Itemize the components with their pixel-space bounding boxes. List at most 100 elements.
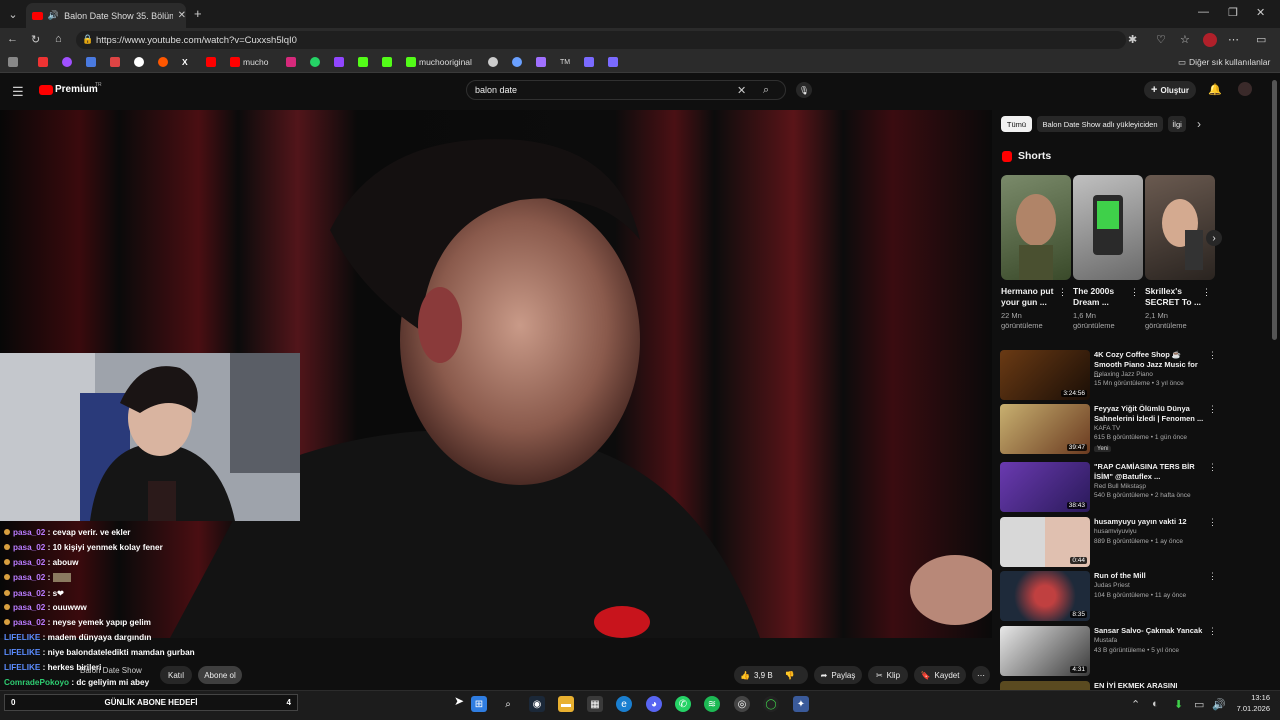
video-thumbnail[interactable]: 39:47	[1000, 404, 1090, 454]
channel-name[interactable]: Balon Date Show	[80, 666, 142, 675]
recommended-video[interactable]: 0:44 husamyuyu yayın vakti 12 husamviyuv…	[1000, 517, 1217, 569]
recommended-video[interactable]: 8:35 Run of the Mill Judas Priest 104 B …	[1000, 571, 1217, 623]
voice-search-mic-icon[interactable]: 🎙	[796, 82, 812, 98]
bookmark-icon[interactable]	[8, 56, 18, 68]
hamburger-menu-icon[interactable]: ☰	[12, 84, 24, 100]
chat-username[interactable]: pasa_02	[13, 589, 45, 598]
short-title[interactable]: The 2000s Dream ...	[1073, 286, 1133, 308]
chat-username[interactable]: pasa_02	[13, 618, 45, 627]
app-icon[interactable]: ◯	[763, 696, 779, 712]
recommended-video[interactable]: 39:47 Feyyaz Yiğit Ölümlü Dünya Sahneler…	[1000, 404, 1217, 456]
subscribe-button[interactable]: Abone ol	[198, 666, 242, 684]
chat-username[interactable]: pasa_02	[13, 573, 45, 582]
recommended-video[interactable]: EN İYİ EKMEK ARASINI	[1000, 681, 1215, 690]
obs-icon[interactable]: ◎	[734, 696, 750, 712]
clip-button[interactable]: ✂ Klip	[868, 666, 908, 684]
video-thumbnail[interactable]: 38:43	[1000, 462, 1090, 512]
video-thumbnail[interactable]: 0:44	[1000, 517, 1090, 567]
join-button[interactable]: Katıl	[160, 666, 192, 684]
page-scrollbar[interactable]	[1272, 80, 1277, 340]
close-window-icon[interactable]: ✕	[1256, 6, 1265, 19]
extensions-icon[interactable]: ✱	[1128, 33, 1137, 46]
network-icon[interactable]: ▭	[1194, 698, 1204, 711]
bookmark-muchooriginal[interactable]: muchooriginal	[406, 56, 472, 68]
bookmark-icon[interactable]	[584, 56, 594, 68]
shorts-next-icon[interactable]: ›	[1206, 230, 1222, 246]
short-title[interactable]: Hermano put your gun ...	[1001, 286, 1061, 308]
bookmark-mucho[interactable]: mucho	[230, 56, 269, 68]
speaker-icon[interactable]: 🔊	[48, 10, 59, 21]
profile-avatar-icon[interactable]	[1203, 33, 1217, 47]
search-icon[interactable]: ⌕	[763, 84, 769, 97]
video-menu-icon[interactable]: ⋮	[1208, 350, 1217, 361]
video-thumbnail[interactable]: 4:31	[1000, 626, 1090, 676]
video-title[interactable]: husamyuyu yayın vakti 12	[1094, 517, 1204, 527]
channel-name[interactable]: Judas Priest	[1094, 582, 1130, 589]
create-button[interactable]: + Oluştur	[1144, 81, 1196, 99]
chip-all[interactable]: Tümü	[1001, 116, 1032, 132]
spotify-icon[interactable]: ≋	[704, 696, 720, 712]
channel-name[interactable]: husamviyuviyu	[1094, 528, 1137, 535]
tab-list-icon[interactable]: ⌄	[6, 7, 20, 21]
back-icon[interactable]: ←	[7, 33, 18, 45]
volume-icon[interactable]: 🔊	[1212, 698, 1226, 711]
tray-icon[interactable]: ⬇	[1174, 698, 1183, 711]
bookmark-icon[interactable]	[536, 56, 546, 68]
recommended-video[interactable]: 4:31 Sansar Salvo- Çakmak Yancak Mustafa…	[1000, 626, 1217, 678]
notifications-bell-icon[interactable]: 🔔	[1208, 83, 1222, 96]
youtube-icon[interactable]	[206, 56, 216, 68]
chip-from-uploader[interactable]: Balon Date Show adlı yükleyiciden	[1037, 116, 1163, 132]
file-explorer-icon[interactable]: ▬	[558, 696, 574, 712]
like-icon[interactable]: 👍	[740, 671, 750, 680]
app-icon[interactable]: ✦	[793, 696, 809, 712]
chevron-right-icon[interactable]: ›	[1197, 117, 1201, 131]
bookmark-icon[interactable]	[62, 56, 72, 68]
x-icon[interactable]: X	[182, 56, 188, 68]
clear-search-icon[interactable]: ✕	[737, 84, 746, 97]
channel-name[interactable]: Red Bull Mikstaşp	[1094, 483, 1146, 490]
close-tab-icon[interactable]: ✕	[178, 10, 186, 21]
tray-icon[interactable]: ◐	[1152, 698, 1159, 710]
short-menu-icon[interactable]: ⋮	[1130, 287, 1139, 298]
video-title[interactable]: "RAP CAMİASINA TERS BİR İSİM" @Batuflex …	[1094, 462, 1204, 482]
chat-username[interactable]: ComradePokoyo	[4, 678, 69, 687]
minimize-icon[interactable]: —	[1198, 6, 1209, 18]
youtube-logo-icon[interactable]	[39, 85, 53, 95]
chat-username[interactable]: pasa_02	[13, 603, 45, 612]
browser-tab[interactable]: 🔊 Balon Date Show 35. Bölüm ... ✕	[26, 3, 186, 28]
short-thumbnail[interactable]	[1145, 175, 1215, 280]
instagram-icon[interactable]	[286, 56, 296, 68]
bookmark-icon[interactable]	[488, 56, 498, 68]
search-field[interactable]: balon date ✕ ⌕	[466, 80, 786, 100]
video-menu-icon[interactable]: ⋮	[1208, 462, 1217, 473]
chat-username[interactable]: pasa_02	[13, 543, 45, 552]
video-thumbnail[interactable]: 8:35	[1000, 571, 1090, 621]
share-button[interactable]: ➦ Paylaş	[814, 666, 862, 684]
video-menu-icon[interactable]: ⋮	[1208, 626, 1217, 637]
chat-username[interactable]: LIFELIKE	[4, 648, 40, 657]
recommended-video[interactable]: 3:24:56 4K Cozy Coffee Shop ☕ Smooth Pia…	[1000, 350, 1217, 402]
channel-name[interactable]: Mustafa	[1094, 637, 1117, 644]
reddit-icon[interactable]	[158, 56, 168, 68]
chip-related[interactable]: İlgi	[1168, 116, 1186, 132]
steam-icon[interactable]: ◉	[529, 696, 545, 712]
channel-name[interactable]: KAFA TV	[1094, 425, 1120, 432]
tray-chevron-up-icon[interactable]: ⌃	[1131, 698, 1140, 711]
reload-icon[interactable]: ↻	[31, 33, 40, 46]
short-menu-icon[interactable]: ⋮	[1202, 287, 1211, 298]
bookmark-icon[interactable]	[512, 56, 522, 68]
video-menu-icon[interactable]: ⋮	[1208, 404, 1217, 415]
store-icon[interactable]: ▦	[587, 696, 603, 712]
search-input[interactable]: balon date	[475, 85, 517, 95]
video-title[interactable]: EN İYİ EKMEK ARASINI	[1094, 681, 1204, 690]
chat-username[interactable]: pasa_02	[13, 558, 45, 567]
clock-date[interactable]: 7.01.2026	[1228, 704, 1270, 713]
sidebar-toggle-icon[interactable]: ▭	[1256, 33, 1266, 46]
new-tab-button[interactable]: +	[194, 6, 202, 21]
chat-username[interactable]: LIFELIKE	[4, 663, 40, 672]
video-thumbnail[interactable]: 3:24:56	[1000, 350, 1090, 400]
dislike-icon[interactable]: 👎	[785, 671, 795, 680]
other-favorites-folder[interactable]: ▭ Diğer sık kullanılanlar	[1178, 56, 1270, 68]
like-count[interactable]: 3,9 B	[754, 671, 773, 680]
short-menu-icon[interactable]: ⋮	[1058, 287, 1067, 298]
